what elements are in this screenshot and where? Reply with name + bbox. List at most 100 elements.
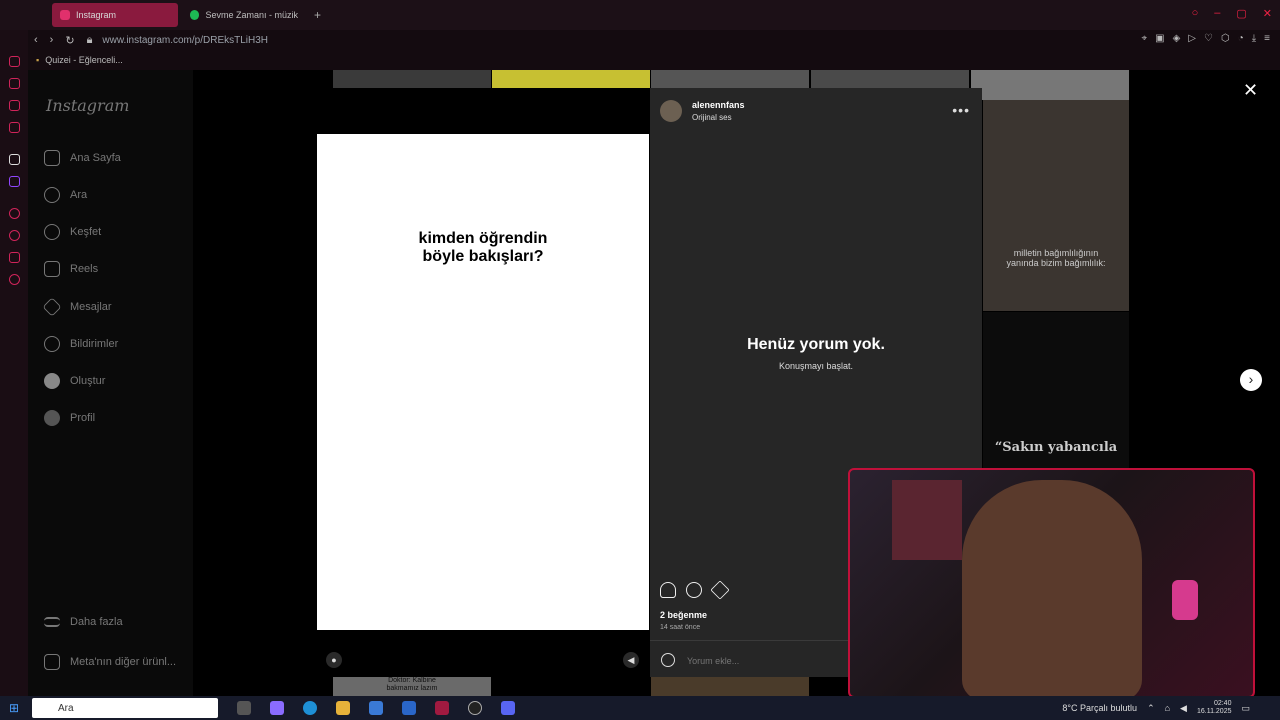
grid-thumb[interactable]: milletin bağımlılığının yanında bizim ba…	[983, 100, 1129, 311]
post-actions	[660, 580, 730, 600]
nav-explore[interactable]: Keşfet	[44, 224, 101, 240]
thumb-caption: Doktor: Kalbine bakmamız lazım	[333, 677, 491, 693]
grid-thumb[interactable]	[971, 70, 1129, 100]
tagged-users-icon[interactable]: ●	[326, 652, 342, 668]
discord-icon[interactable]	[501, 701, 515, 715]
close-icon[interactable]: ✕	[1243, 80, 1258, 101]
profile-icon[interactable]: ◔	[1238, 33, 1244, 44]
url-field[interactable]: www.instagram.com/p/DREksTLiH3H	[102, 35, 268, 46]
edge-icon[interactable]	[303, 701, 317, 715]
spotify-icon	[190, 10, 200, 20]
nav-search[interactable]: Ara	[44, 187, 87, 203]
post-username[interactable]: alenennfans	[692, 100, 745, 110]
nav-reels[interactable]: Reels	[44, 261, 98, 277]
menu-icon[interactable]: ≡	[1264, 33, 1270, 44]
reload-button[interactable]: ↻	[65, 34, 74, 47]
nav-label: Profil	[70, 412, 96, 424]
thumb-caption-line: “Sakın yabancıla	[994, 440, 1118, 455]
rail-icon-1[interactable]	[9, 56, 20, 67]
extensions-icon[interactable]: ⬡	[1221, 33, 1230, 44]
grid-thumb[interactable]	[492, 70, 650, 88]
nav-home[interactable]: Ana Sayfa	[44, 150, 121, 166]
maximize-button[interactable]: ▢	[1236, 7, 1246, 20]
address-bar: ‹ › ↻ 🔒︎ www.instagram.com/p/DREksTLiH3H…	[28, 30, 1280, 50]
play-icon[interactable]: ▷	[1188, 33, 1196, 44]
clock-time: 02:40	[1213, 700, 1232, 707]
nav-more[interactable]: Daha fazla	[44, 616, 123, 628]
copilot-icon[interactable]	[270, 701, 284, 715]
emoji-icon[interactable]	[661, 653, 675, 667]
rail-icon-6[interactable]	[9, 208, 20, 219]
forward-button[interactable]: ›	[50, 34, 54, 47]
extensions-icon[interactable]	[9, 252, 20, 263]
history-icon[interactable]	[9, 230, 20, 241]
nav-profile[interactable]: Profil	[44, 410, 95, 426]
comment-icon[interactable]	[686, 582, 702, 598]
bookmark-item[interactable]: Quizei - Eğlenceli...	[45, 55, 123, 65]
nav-meta[interactable]: Meta'nın diğer ürünl...	[44, 654, 176, 670]
tab-label: Instagram	[76, 10, 117, 20]
next-post-button[interactable]: ›	[1240, 369, 1262, 391]
thumb-caption: milletin bağımlılığının yanında bizim ba…	[983, 248, 1129, 268]
nav-label: Daha fazla	[70, 616, 123, 628]
thumb-caption-line: yanında bizim bağımlılık:	[1006, 258, 1106, 268]
share-icon[interactable]	[710, 580, 730, 600]
new-tab-button[interactable]: +	[314, 8, 321, 22]
obs-icon[interactable]	[468, 701, 482, 715]
tab-spotify[interactable]: Sevme Zamanı - müzik ve	[182, 3, 308, 27]
nav-notifications[interactable]: Bildirimler	[44, 336, 118, 352]
rail-icon-2[interactable]	[9, 78, 20, 89]
post-audio[interactable]: Orijinal ses	[692, 113, 732, 122]
rail-icon-5[interactable]	[9, 154, 20, 165]
search-tabs-icon[interactable]: ○	[1192, 7, 1199, 20]
hamburger-icon	[44, 617, 60, 627]
audio-toggle-icon[interactable]: ◀︎	[623, 652, 639, 668]
tray-chevron-icon[interactable]: ⌃	[1147, 703, 1155, 714]
post-media[interactable]: kimden öğrendin böyle bakışları?	[317, 134, 649, 630]
more-options-icon[interactable]: •••	[952, 102, 970, 118]
nav-create[interactable]: Oluştur	[44, 373, 105, 389]
webcam-light	[1172, 580, 1198, 620]
bookmarks-bar: ▪ Quizei - Eğlenceli...	[28, 50, 1280, 70]
pin-icon[interactable]: ⌖	[1141, 33, 1147, 44]
volume-icon[interactable]: ◀︎	[1180, 703, 1187, 714]
windows-start-icon[interactable]: ⊞	[0, 696, 28, 720]
media-caption-line: kimden öğrendin	[418, 230, 548, 247]
network-icon[interactable]: ⌂	[1165, 703, 1170, 713]
twitch-icon[interactable]	[9, 176, 20, 187]
nav-label: Bildirimler	[70, 338, 119, 350]
like-icon[interactable]	[660, 582, 676, 598]
task-view-icon[interactable]	[237, 701, 251, 715]
rail-icon-3[interactable]	[9, 100, 20, 111]
grid-thumb[interactable]	[333, 70, 491, 88]
likes-count[interactable]: 2 beğenme	[660, 610, 707, 620]
taskbar-search[interactable]: Ara	[32, 698, 218, 718]
grid-thumb[interactable]: “Sakın yabancıla	[983, 312, 1129, 472]
minimize-button[interactable]: –	[1214, 7, 1220, 20]
mail-icon[interactable]	[402, 701, 416, 715]
opera-gx-icon[interactable]	[435, 701, 449, 715]
tab-instagram[interactable]: Instagram	[52, 3, 178, 27]
file-explorer-icon[interactable]	[336, 701, 350, 715]
close-window-button[interactable]: ✕	[1263, 7, 1272, 20]
rail-icon-4[interactable]	[9, 122, 20, 133]
thumb-caption-line: milletin bağımlılığının	[1013, 248, 1099, 258]
grid-thumb[interactable]	[651, 70, 809, 88]
grid-thumb[interactable]	[651, 677, 809, 696]
back-button[interactable]: ‹	[34, 34, 38, 47]
instagram-logo[interactable]: Instagram	[46, 96, 129, 115]
screenshot-icon[interactable]: ▣	[1155, 33, 1164, 44]
download-icon[interactable]: ⤓	[1252, 33, 1256, 44]
heart-icon[interactable]: ♡	[1204, 33, 1213, 44]
avatar[interactable]	[660, 100, 682, 122]
notifications-icon[interactable]: ▭	[1241, 703, 1250, 714]
weather-widget[interactable]: 8°C Parçalı bulutlu	[1062, 703, 1137, 713]
shield-icon[interactable]: ◈	[1173, 33, 1181, 44]
store-icon[interactable]	[369, 701, 383, 715]
grid-thumb[interactable]: Doktor: Kalbine bakmamız lazım	[333, 677, 491, 696]
clock[interactable]: 02:40 16.11.2025	[1197, 700, 1232, 716]
nav-messages[interactable]: Mesajlar	[42, 297, 112, 317]
settings-icon[interactable]	[9, 274, 20, 285]
empty-comments-subtitle: Konuşmayı başlat.	[778, 361, 854, 371]
grid-thumb[interactable]	[811, 70, 969, 88]
